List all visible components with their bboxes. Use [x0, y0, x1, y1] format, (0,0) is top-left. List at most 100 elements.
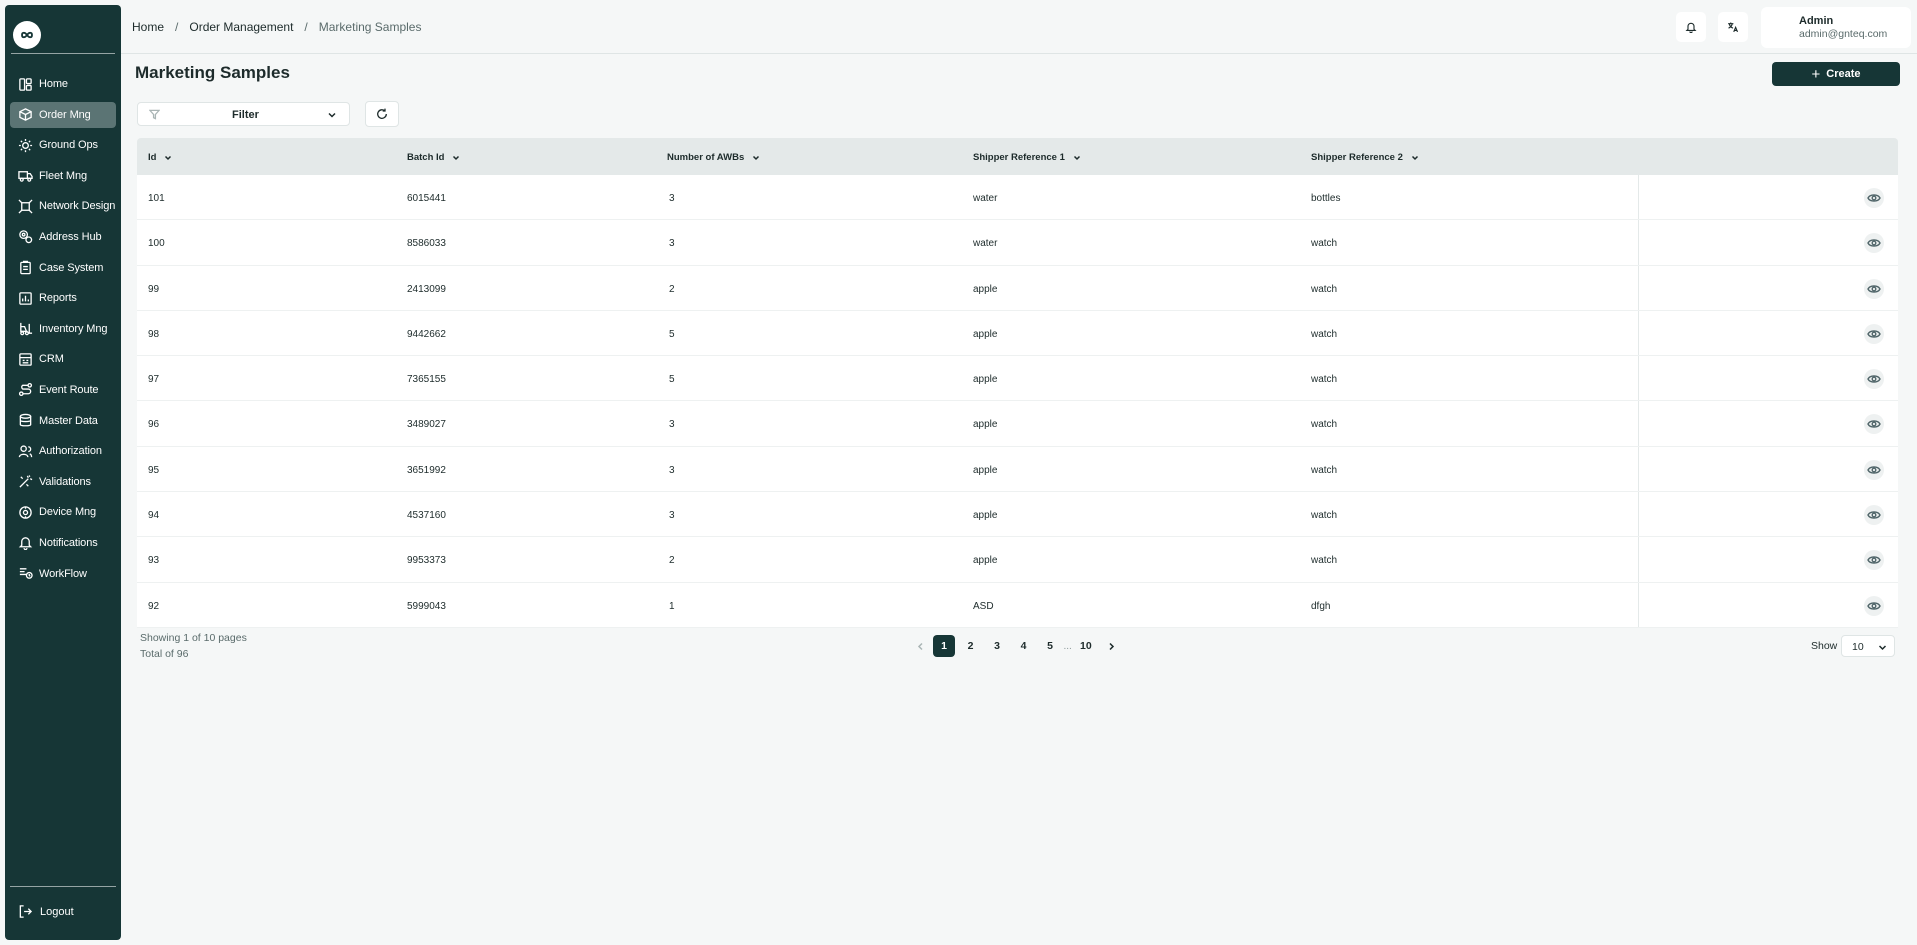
- sidebar-item-address-hub[interactable]: Address Hub: [10, 224, 116, 250]
- cell-batch-id: 5999043: [407, 600, 446, 612]
- cell-id: 93: [148, 555, 160, 567]
- user-menu[interactable]: Admin admin@gnteq.com: [1761, 7, 1911, 48]
- page-button-1[interactable]: 1: [933, 635, 955, 657]
- view-button[interactable]: [1864, 550, 1884, 571]
- eye-icon: [1867, 420, 1881, 429]
- table-row: 98 9442662 5 apple watch: [137, 310, 1898, 357]
- sidebar-item-master-data[interactable]: Master Data: [10, 408, 116, 434]
- logout-button[interactable]: Logout: [18, 904, 74, 919]
- bell-icon: [18, 537, 33, 551]
- page-button-2[interactable]: 2: [960, 635, 982, 657]
- sidebar-item-label: Device Mng: [39, 506, 97, 519]
- view-button[interactable]: [1864, 233, 1884, 254]
- chevron-down-icon: [1411, 155, 1418, 160]
- view-button[interactable]: [1864, 188, 1884, 208]
- chart-icon: [19, 291, 32, 305]
- refresh-button[interactable]: [365, 101, 399, 127]
- filter-dropdown[interactable]: Filter: [137, 102, 350, 126]
- column-header-shipper-reference-1[interactable]: Shipper Reference 1: [973, 152, 1081, 163]
- next-page-button[interactable]: [1101, 642, 1121, 651]
- users-icon: [18, 445, 33, 457]
- infinity-logo-icon: [21, 31, 33, 39]
- cell-id: 97: [148, 374, 160, 386]
- page-size-select[interactable]: 10: [1841, 635, 1895, 657]
- breadcrumb: Home / Order Management / Marketing Samp…: [132, 20, 421, 34]
- device-icon: [19, 506, 32, 519]
- create-button[interactable]: + Create: [1772, 62, 1900, 86]
- column-header-number-of-awbs[interactable]: Number of AWBs: [667, 152, 760, 163]
- view-button[interactable]: [1864, 323, 1884, 344]
- cell-id: 100: [148, 238, 165, 250]
- breadcrumb-home[interactable]: Home: [132, 20, 164, 34]
- sun-icon: [18, 138, 33, 152]
- cell-batch-id: 3489027: [407, 419, 446, 431]
- cell-batch-id: 6015441: [407, 193, 446, 204]
- chevron-down-icon: [1073, 155, 1080, 160]
- cell-number-of-awbs: 5: [669, 328, 675, 340]
- prev-page-button[interactable]: [910, 642, 930, 651]
- sidebar-item-label: Event Route: [39, 383, 99, 396]
- column-header-shipper-reference-2[interactable]: Shipper Reference 2: [1311, 152, 1419, 163]
- sidebar-item-ground-ops[interactable]: Ground Ops: [10, 132, 116, 158]
- sidebar-item-crm[interactable]: CRM: [10, 346, 116, 372]
- truck-icon: [18, 171, 33, 183]
- sidebar-item-network-design[interactable]: Network Design: [10, 193, 116, 219]
- database-icon: [19, 413, 32, 427]
- page-button-4[interactable]: 4: [1013, 635, 1035, 657]
- sidebar-item-reports[interactable]: Reports: [10, 285, 116, 311]
- cell-shipper-reference-1: apple: [973, 419, 998, 431]
- network-icon: [18, 199, 33, 214]
- workflow-icon: [19, 568, 33, 579]
- column-header-id[interactable]: Id: [148, 152, 172, 163]
- view-button[interactable]: [1864, 505, 1884, 526]
- table-body: 101 6015441 3 water bottles 100 8586033 …: [137, 175, 1898, 628]
- table-row: 96 3489027 3 apple watch: [137, 401, 1898, 447]
- page-button-10[interactable]: 10: [1075, 635, 1097, 657]
- language-button[interactable]: [1718, 12, 1748, 42]
- column-divider: [1638, 537, 1639, 582]
- sidebar-item-home[interactable]: Home: [10, 71, 116, 97]
- sidebar-item-fleet-mng[interactable]: Fleet Mng: [10, 163, 116, 189]
- sidebar-item-workflow[interactable]: WorkFlow: [10, 561, 116, 587]
- chevron-down-icon: [753, 155, 760, 160]
- eye-icon: [1867, 239, 1881, 247]
- view-button[interactable]: [1864, 369, 1884, 390]
- sidebar-item-device-mng[interactable]: Device Mng: [10, 499, 116, 525]
- sidebar-item-authorization[interactable]: Authorization: [10, 438, 116, 464]
- view-button[interactable]: [1864, 414, 1884, 435]
- column-divider: [1638, 582, 1639, 627]
- sidebar-item-label: Master Data: [39, 414, 98, 427]
- sidebar-item-notifications[interactable]: Notifications: [10, 530, 116, 556]
- sidebar-item-case-system[interactable]: Case System: [10, 255, 116, 281]
- notifications-button[interactable]: [1676, 12, 1706, 42]
- sidebar-item-label: Authorization: [39, 445, 102, 458]
- pagination-total: Total of 96: [140, 648, 189, 660]
- table-row: 97 7365155 5 apple watch: [137, 356, 1898, 402]
- sidebar-item-validations[interactable]: Validations: [10, 469, 116, 495]
- column-divider: [1638, 446, 1639, 492]
- column-header-label: Number of AWBs: [667, 152, 745, 163]
- view-button[interactable]: [1864, 459, 1884, 480]
- view-button[interactable]: [1864, 595, 1884, 616]
- app-logo[interactable]: [13, 21, 41, 49]
- cell-batch-id: 9953373: [407, 555, 446, 567]
- cell-number-of-awbs: 3: [669, 238, 675, 250]
- chevron-right-icon: [1109, 642, 1114, 650]
- sidebar-item-order-mng[interactable]: Order Mng: [10, 101, 116, 128]
- sidebar-item-event-route[interactable]: Event Route: [10, 377, 116, 403]
- sidebar-item-inventory-mng[interactable]: Inventory Mng: [10, 316, 116, 342]
- funnel-icon: [149, 109, 160, 120]
- page-button-3[interactable]: 3: [986, 635, 1008, 657]
- table-row: 93 9953373 2 apple watch: [137, 537, 1898, 583]
- eye-icon: [1867, 466, 1881, 474]
- eye-icon: [1867, 601, 1881, 610]
- view-button[interactable]: [1864, 278, 1884, 299]
- top-header: Home / Order Management / Marketing Samp…: [121, 0, 1917, 54]
- breadcrumb-order-management[interactable]: Order Management: [189, 20, 293, 34]
- page-size-value: 10: [1852, 641, 1864, 653]
- bell-icon: [1685, 22, 1697, 33]
- page-button-5[interactable]: 5: [1039, 635, 1061, 657]
- cell-shipper-reference-1: apple: [973, 374, 998, 386]
- column-header-batch-id[interactable]: Batch Id: [407, 152, 460, 163]
- layout-icon: [19, 77, 32, 91]
